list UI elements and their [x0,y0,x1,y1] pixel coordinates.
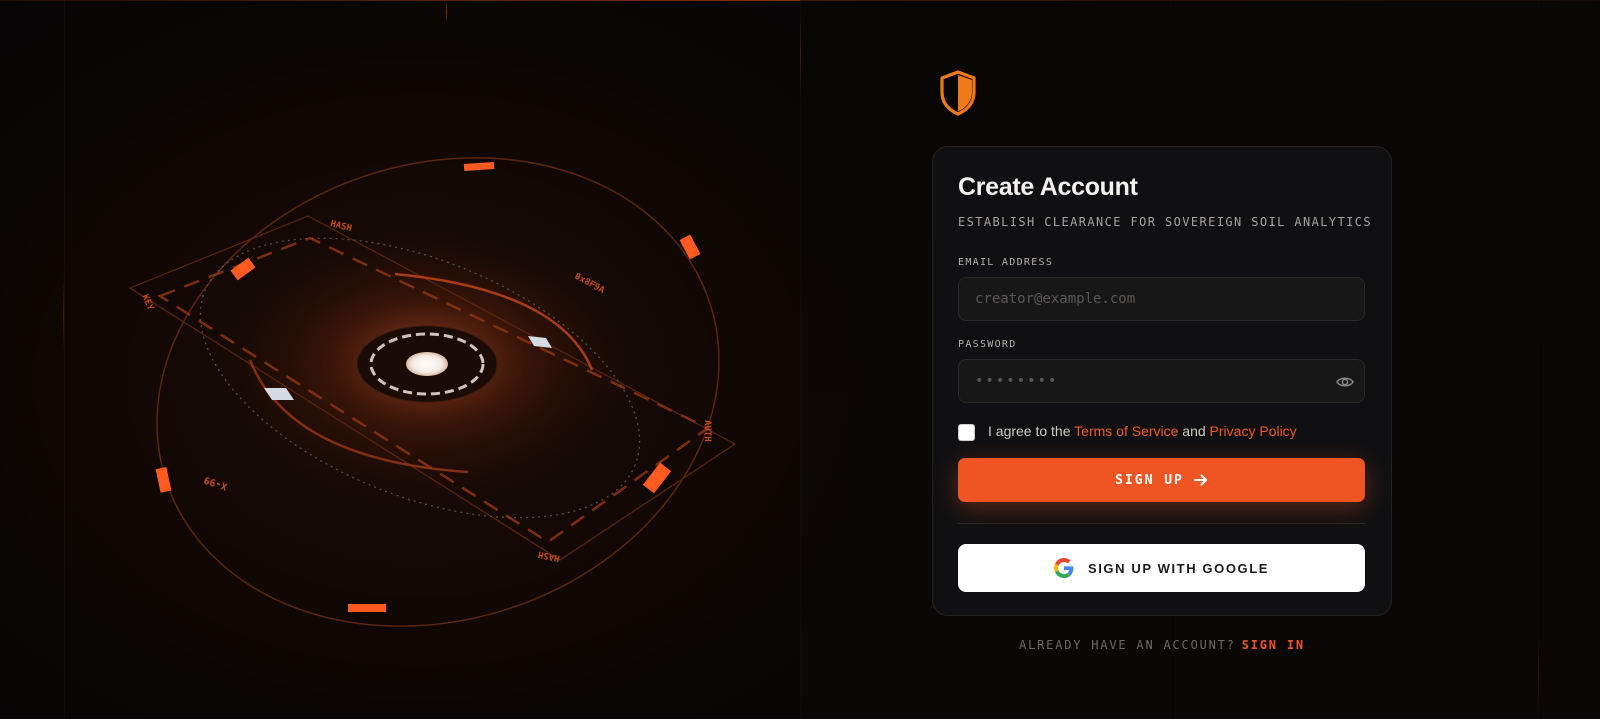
sign-up-button[interactable]: SIGN UP [958,458,1365,502]
agree-and: and [1182,423,1206,439]
terms-of-service-link[interactable]: Terms of Service [1074,423,1178,439]
page-subtitle: ESTABLISH CLEARANCE FOR SOVEREIGN SOIL A… [958,215,1372,229]
google-sign-up-label: SIGN UP WITH GOOGLE [1087,560,1270,576]
sign-in-link[interactable]: SIGN IN [1242,638,1305,652]
google-icon [1053,558,1074,578]
orbit-marker [230,257,256,281]
orbit-marker [155,467,172,493]
privacy-policy-link[interactable]: Privacy Policy [1210,423,1297,439]
sign-in-prompt-text: ALREADY HAVE AN ACCOUNT? [1019,638,1236,652]
divider [958,523,1365,524]
sign-in-prompt: ALREADY HAVE AN ACCOUNT? SIGN IN [932,638,1392,652]
orbit-marker [348,604,386,612]
shield-icon [940,70,976,116]
page-title: Create Account [958,173,1138,201]
terms-checkbox[interactable] [958,424,975,441]
signup-card: Create Account ESTABLISH CLEARANCE FOR S… [932,146,1392,616]
password-field[interactable] [958,359,1365,403]
password-label: PASSWORD [958,339,1017,350]
email-field[interactable] [958,277,1365,321]
orbit-marker [463,161,495,172]
ring-label: AUTH [702,420,712,442]
eye-icon[interactable] [1335,372,1355,392]
signup-page: HASH 0x8F9A AUTH HASH X-99 KEY Create Ac… [0,0,1600,719]
email-label: EMAIL ADDRESS [958,257,1054,268]
ring-label: KEY [139,293,155,312]
core-light [406,352,448,376]
arrow-right-icon [1193,474,1207,486]
ring-label: HASH [329,219,352,234]
ring-label: HASH [537,549,560,563]
terms-agreement: I agree to the Terms of Service and Priv… [988,423,1297,439]
orbit-marker [679,234,701,260]
ring-label: X-99 [203,474,229,492]
sign-up-label: SIGN UP [1115,472,1184,488]
hero-illustration: HASH 0x8F9A AUTH HASH X-99 KEY [128,157,737,627]
agree-prefix: I agree to the [988,423,1071,439]
google-sign-up-button[interactable]: SIGN UP WITH GOOGLE [958,544,1365,592]
